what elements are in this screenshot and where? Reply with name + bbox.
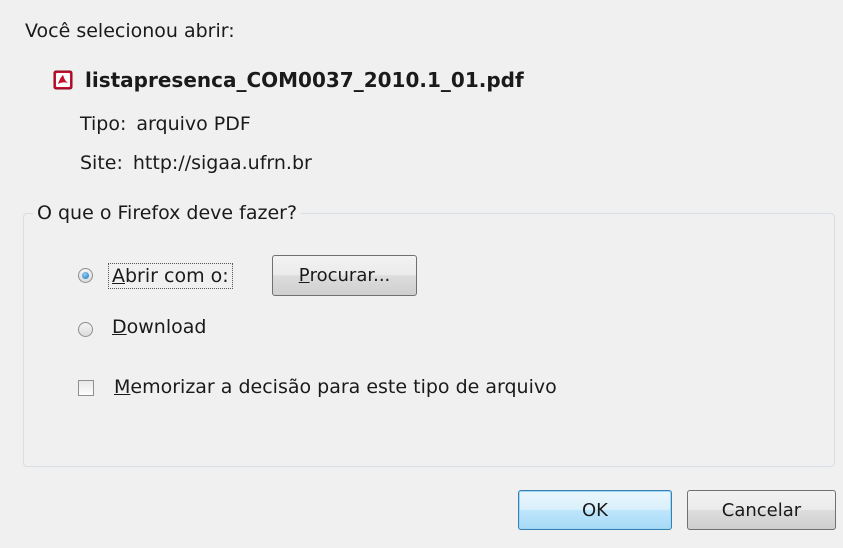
file-type-row: Tipo: arquivo PDF <box>80 113 251 135</box>
ok-button[interactable]: OK <box>518 490 672 530</box>
file-name: listapresenca_COM0037_2010.1_01.pdf <box>85 68 524 92</box>
browse-text: rocurar... <box>309 265 391 286</box>
type-value: arquivo PDF <box>136 113 251 135</box>
open-with-label[interactable]: Abrir com o: <box>108 263 233 289</box>
download-radio[interactable] <box>78 322 93 337</box>
browse-accesskey: P <box>298 265 310 286</box>
site-value: http://sigaa.ufrn.br <box>132 152 312 174</box>
remember-accesskey: M <box>114 376 131 398</box>
browse-button[interactable]: Procurar... <box>272 255 417 296</box>
remember-label[interactable]: Memorizar a decisão para este tipo de ar… <box>114 376 557 398</box>
cancel-button[interactable]: Cancelar <box>687 490 836 530</box>
download-label[interactable]: Download <box>112 316 206 338</box>
open-with-text: brir com o: <box>125 265 229 287</box>
file-site-row: Site: http://sigaa.ufrn.br <box>80 152 312 174</box>
action-group-legend: O que o Firefox deve fazer? <box>33 202 302 224</box>
pdf-icon <box>53 70 73 90</box>
open-with-accesskey: A <box>112 265 125 287</box>
download-text: ownload <box>126 316 207 338</box>
open-with-radio[interactable] <box>78 268 93 283</box>
action-groupbox <box>23 213 835 467</box>
file-row: listapresenca_COM0037_2010.1_01.pdf <box>53 68 524 92</box>
download-accesskey: D <box>112 316 127 338</box>
remember-text: emorizar a decisão para este tipo de arq… <box>130 376 557 398</box>
site-label: Site: <box>80 152 123 174</box>
intro-text: Você selecionou abrir: <box>25 20 235 42</box>
type-label: Tipo: <box>80 113 127 135</box>
remember-checkbox[interactable] <box>78 380 94 396</box>
